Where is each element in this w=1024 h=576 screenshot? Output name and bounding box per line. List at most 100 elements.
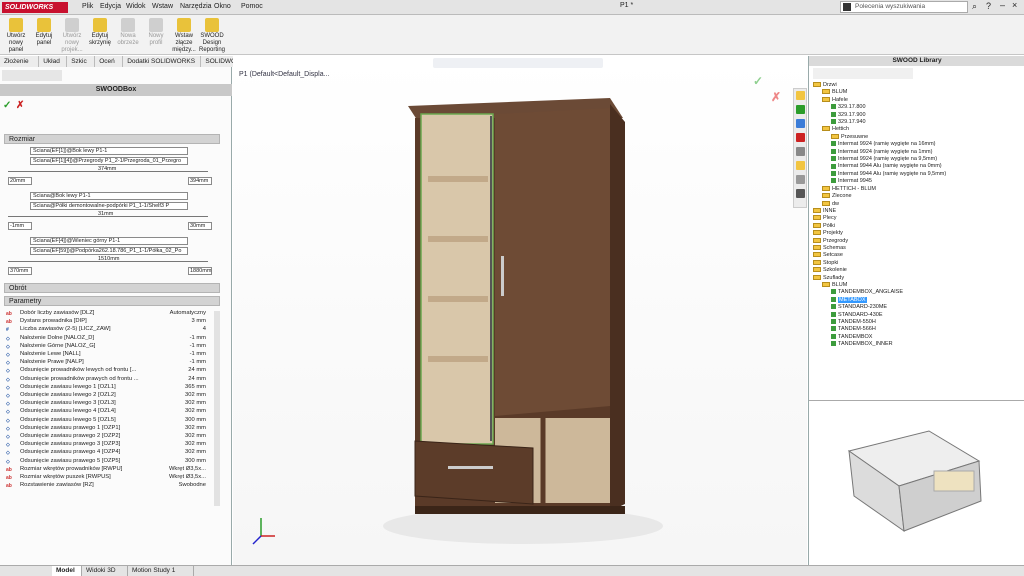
ok-icon[interactable]: ✓ [3, 100, 11, 111]
param-row[interactable]: ◇ Odsunięcie prowadników lewych od frontu… [6, 366, 206, 374]
dimension-right-input[interactable]: 394mm [188, 177, 212, 185]
close-icon[interactable]: × [1012, 0, 1017, 10]
cancel-icon[interactable]: ✗ [16, 100, 24, 111]
tree-item[interactable]: METABOX [813, 296, 1023, 304]
reference-field-2[interactable]: Ściana@Półki demontowalne-podpórki P1_1-… [30, 202, 188, 210]
param-row[interactable]: ab Dystans prowadnika [DIP] 3 mm [6, 317, 206, 325]
param-row[interactable]: ◇ Odsunięcie zawiasu prawego 3 [OZP3] 302 … [6, 440, 206, 448]
param-row[interactable]: ◇ Odsunięcie prowadników prawych od front… [6, 375, 206, 383]
tab-3[interactable]: Oceń [95, 56, 124, 67]
tree-item[interactable]: Intermat 9944 Alu (ramię wygięte na 9,5m… [813, 171, 1023, 178]
menu-item-2[interactable]: Widok [126, 2, 145, 12]
tree-item[interactable]: Stopki [813, 260, 1023, 267]
param-row[interactable]: ◇ Odsunięcie zawiasu lewego 3 [OZL3] 302 m… [6, 399, 206, 407]
search-icon[interactable]: ⌕ [972, 1, 977, 12]
task-pane-icon[interactable] [796, 147, 805, 156]
reference-field-1[interactable]: Ściana@Bok lewy P1-1 [30, 192, 188, 200]
section-rozmiar[interactable]: Rozmiar [4, 134, 220, 144]
task-pane-icon[interactable] [796, 175, 805, 184]
task-pane-icon[interactable] [796, 189, 805, 198]
reference-field-1[interactable]: Ściana(EF[4])@Wieniec górny P1-1 [30, 237, 188, 245]
tree-item[interactable]: TANDEMBOX [813, 334, 1023, 341]
tree-item[interactable]: Projekty [813, 230, 1023, 237]
dimension-right-input[interactable]: 30mm [188, 222, 212, 230]
param-row[interactable]: ◇ Odsunięcie zawiasu lewego 1 [OZL1] 365 m… [6, 383, 206, 391]
tree-item[interactable]: Przesuwne [813, 134, 1023, 141]
tree-item[interactable]: 329.17.900 [813, 112, 1023, 119]
tree-item[interactable]: STANDARD-430E [813, 312, 1023, 319]
param-row[interactable]: ◇ Odsunięcie zawiasu prawego 4 [OZP4] 302 … [6, 448, 206, 456]
param-row[interactable]: # Liczba zawiasów (2-5) [LICZ_ZAW] 4 [6, 325, 206, 333]
bottom-tab-1[interactable]: Widoki 3D [82, 566, 128, 576]
help-icon[interactable]: ? [986, 1, 991, 11]
ribbon-button-3[interactable]: Edytuj skrzynię [86, 16, 114, 47]
ribbon-button-1[interactable]: Edytuj panel [30, 16, 58, 47]
param-row[interactable]: ◇ Odsunięcie zawiasu prawego 2 [OZP2] 302 … [6, 432, 206, 440]
task-pane-icon[interactable] [796, 133, 805, 142]
tree-item[interactable]: Intermat 9944 Alu (ramię wygięte na 0mm) [813, 163, 1023, 170]
menu-item-0[interactable]: Plik [82, 2, 93, 12]
tree-item[interactable]: INNE [813, 208, 1023, 215]
search-box[interactable]: Polecenia wyszukiwania [840, 1, 968, 13]
tree-item[interactable]: dw [813, 201, 1023, 208]
task-pane-tabs[interactable] [793, 88, 807, 208]
menu-item-5[interactable]: Okno [214, 2, 231, 12]
ribbon-button-0[interactable]: Utwórz nowy panel [2, 16, 30, 54]
tree-item[interactable]: BLUM [813, 89, 1023, 96]
param-row[interactable]: ab Rozmiar wkrętów prowadników [RWPU] Wkrę… [6, 465, 206, 473]
task-pane-icon[interactable] [796, 91, 805, 100]
tree-item[interactable]: HETTICH - BLUM [813, 186, 1023, 193]
param-row[interactable]: ◇ Nałożenie Lewe [NALL] -1 mm [6, 350, 206, 358]
tree-item[interactable]: Intermat 9924 (ramię wygięte na 1mm) [813, 149, 1023, 156]
tree-item[interactable]: 329.17.940 [813, 119, 1023, 126]
tab-2[interactable]: Szkic [67, 56, 96, 67]
graphics-viewport[interactable]: P1 (Default<Default_Displa... ✓ ✗ [233, 56, 807, 565]
param-row[interactable]: ◇ Odsunięcie zawiasu lewego 2 [OZL2] 302 m… [6, 391, 206, 399]
section-obrot[interactable]: Obrót [4, 283, 220, 293]
param-row[interactable]: ◇ Nałożenie Prawe [NALP] -1 mm [6, 358, 206, 366]
tree-item[interactable]: Zlecone [813, 193, 1023, 200]
task-pane-icon[interactable] [796, 119, 805, 128]
tree-item[interactable]: Hafele [813, 97, 1023, 104]
tree-item[interactable]: Plecy [813, 215, 1023, 222]
tab-4[interactable]: Dodatki SOLIDWORKS [123, 56, 202, 67]
ribbon-button-5[interactable]: Nowy profil [142, 16, 170, 47]
param-row[interactable]: ◇ Odsunięcie zawiasu prawego 1 [OZP1] 302 … [6, 424, 206, 432]
tree-item[interactable]: Szuflady [813, 275, 1023, 282]
tree-item[interactable]: Intermat 9924 (ramię wygięte na 16mm) [813, 141, 1023, 148]
dimension-left-input[interactable]: 20mm [8, 177, 32, 185]
panel-tab-icons[interactable] [2, 70, 62, 81]
tree-item[interactable]: Intermat 9924 (ramię wygięte na 9,5mm) [813, 156, 1023, 163]
ribbon-button-2[interactable]: Utwórz nowy projek... [58, 16, 86, 54]
section-parametry[interactable]: Parametry [4, 296, 220, 306]
tree-item[interactable]: TANDEM-550H [813, 319, 1023, 326]
reference-field-2[interactable]: Ściana(EF[1][4])@Przegrody P1_2-1/Przegr… [30, 157, 188, 165]
wardrobe-model[interactable] [233, 56, 807, 565]
param-row[interactable]: ◇ Odsunięcie zawiasu lewego 4 [OZL4] 302 m… [6, 407, 206, 415]
param-row[interactable]: ◇ Odsunięcie zawiasu lewego 5 [OZL5] 300 m… [6, 416, 206, 424]
tree-item[interactable]: Schemas [813, 245, 1023, 252]
reference-field-2[interactable]: Ściana(EF[59])@Podpórka262.18.786_P1_1-1… [30, 247, 188, 255]
tree-item[interactable]: Intermat 9945 [813, 178, 1023, 185]
dimension-right-input[interactable]: 1880mm [188, 267, 212, 275]
tree-item[interactable]: Półki [813, 223, 1023, 230]
dimension-left-input[interactable]: 370mm [8, 267, 32, 275]
task-pane-icon[interactable] [796, 105, 805, 114]
tree-item[interactable]: Hettich [813, 126, 1023, 133]
menu-item-3[interactable]: Wstaw [152, 2, 173, 12]
bottom-tab-2[interactable]: Motion Study 1 [128, 566, 194, 576]
search-input[interactable]: Polecenia wyszukiwania [855, 3, 925, 10]
dimension-left-input[interactable]: -1mm [8, 222, 32, 230]
tab-1[interactable]: Układ [39, 56, 68, 67]
tree-item[interactable]: STANDARD-230ME [813, 304, 1023, 311]
tree-item[interactable]: TANDEMBOX_INNER [813, 341, 1023, 348]
menu-item-6[interactable]: Pomoc [241, 2, 263, 12]
ribbon-button-4[interactable]: Nowa obrzeże [114, 16, 142, 47]
minimize-icon[interactable]: – [1000, 0, 1005, 10]
tab-0[interactable]: Złożenie [0, 56, 40, 67]
tree-item[interactable]: 329.17.800 [813, 104, 1023, 111]
library-toolbar[interactable] [813, 68, 913, 79]
param-row[interactable]: ◇ Nałożenie Górne [NALOZ_G] -1 mm [6, 342, 206, 350]
ribbon-button-6[interactable]: Wstaw złącze między... [170, 16, 198, 54]
tree-item[interactable]: Przegrody [813, 238, 1023, 245]
